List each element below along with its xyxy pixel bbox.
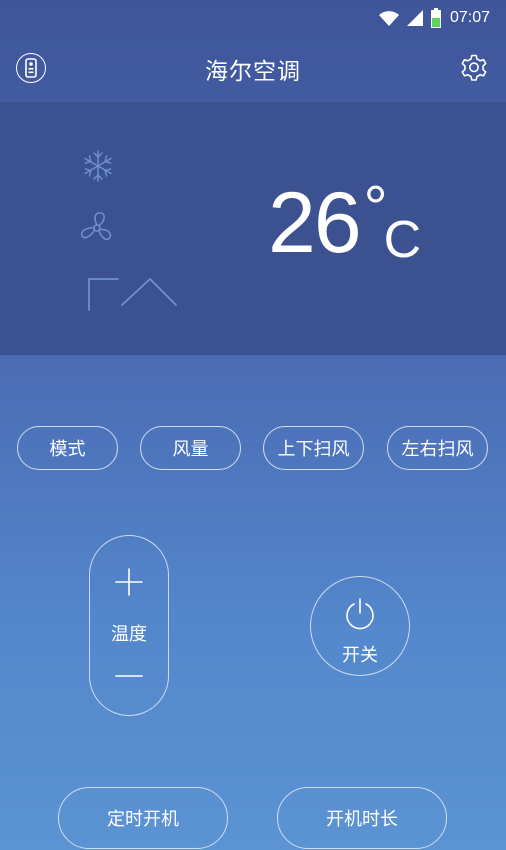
snowflake-icon: [84, 150, 112, 182]
vertical-swing-button[interactable]: 上下扫风: [263, 426, 364, 470]
horizontal-swing-button[interactable]: 左右扫风: [387, 426, 488, 470]
temp-up-button[interactable]: [90, 556, 168, 606]
display-panel: [0, 102, 506, 355]
page-title: 海尔空调: [205, 59, 301, 85]
battery-icon: [430, 8, 441, 28]
status-time: 07:07: [449, 9, 490, 26]
temp-down-button[interactable]: [90, 652, 168, 702]
signal-icon: [406, 10, 423, 26]
wifi-icon: [378, 11, 399, 26]
temperature-display: 26 ° C: [268, 175, 422, 280]
temperature-control: 温度: [89, 535, 169, 716]
status-bar: 07:07: [0, 0, 506, 36]
power-label: 开关: [342, 645, 378, 666]
gear-icon[interactable]: [458, 51, 490, 83]
fan-speed-button[interactable]: 风量: [140, 426, 241, 470]
on-duration-button[interactable]: 开机时长: [277, 787, 447, 849]
title-bar: 海尔空调: [0, 36, 506, 102]
fan-icon: [80, 212, 112, 241]
remote-button[interactable]: [16, 53, 46, 83]
power-icon: [346, 598, 374, 630]
temperature-value: 26: [268, 175, 362, 271]
remote-icon: [25, 58, 37, 78]
power-button[interactable]: 开关: [310, 576, 410, 676]
temperature-unit: C: [383, 211, 422, 269]
mode-button[interactable]: 模式: [17, 426, 118, 470]
swing-icon: [88, 277, 177, 311]
timer-on-button[interactable]: 定时开机: [58, 787, 228, 849]
temperature-label: 温度: [111, 624, 147, 645]
